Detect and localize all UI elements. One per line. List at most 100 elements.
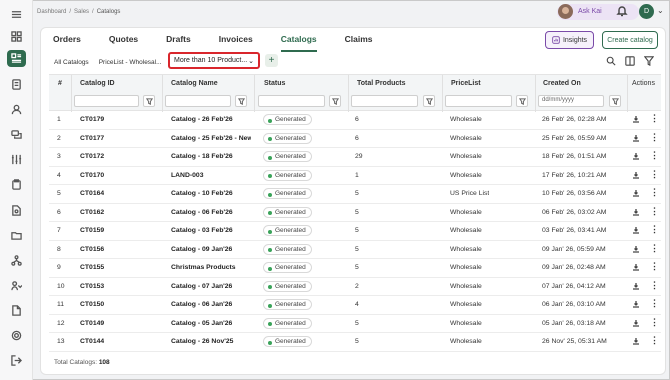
download-icon[interactable] [632, 282, 640, 292]
download-icon[interactable] [632, 319, 640, 329]
create-catalog-button[interactable]: Create catalog [602, 31, 658, 49]
status-filter-input[interactable] [258, 95, 325, 107]
sales-icon[interactable] [7, 50, 26, 67]
more-options-icon[interactable]: ⋮ [650, 132, 659, 141]
status-badge: Generated [263, 151, 312, 162]
table-row[interactable]: 10 CT0153 Catalog - 07 Jan'26 2 Wholesale 07 … [49, 278, 661, 296]
filter-icon[interactable] [609, 95, 621, 107]
more-options-icon[interactable]: ⋮ [650, 299, 659, 308]
clipboard-icon[interactable] [9, 177, 23, 191]
more-options-icon[interactable]: ⋮ [650, 206, 659, 215]
file-user-icon[interactable] [9, 203, 23, 217]
user-icon[interactable] [9, 102, 23, 116]
table-row[interactable]: 7 CT0159 Catalog - 03 Feb'26 5 Wholesale 03 F… [49, 222, 661, 241]
user-avatar[interactable]: D [639, 4, 654, 19]
download-icon[interactable] [632, 245, 640, 255]
tab-quotes[interactable]: Quotes [109, 34, 138, 52]
pricelist: Wholesale [450, 319, 482, 327]
tab-drafts[interactable]: Drafts [166, 34, 191, 52]
col-status[interactable]: Status [264, 80, 285, 87]
catalog-name-filter-input[interactable] [165, 95, 231, 107]
selected-filter-label: More than 10 Product... [174, 57, 248, 64]
total-catalogs-count: 108 [98, 359, 110, 366]
logout-icon[interactable] [9, 353, 23, 367]
breadcrumb-dashboard[interactable]: Dashboard [37, 9, 66, 15]
more-options-icon[interactable]: ⋮ [650, 280, 659, 289]
more-options-icon[interactable]: ⋮ [650, 169, 659, 178]
col-pricelist[interactable]: PriceList [451, 80, 481, 87]
column-divider [627, 75, 628, 112]
col-created-on[interactable]: Created On [543, 80, 581, 87]
search-icon[interactable] [606, 56, 616, 66]
insights-button[interactable]: Insights [545, 31, 594, 49]
filter-all-catalogs[interactable]: All Catalogs [49, 56, 94, 69]
download-icon[interactable] [632, 115, 640, 125]
more-options-icon[interactable]: ⋮ [650, 114, 659, 123]
team-icon[interactable] [9, 278, 23, 292]
folder-icon[interactable] [9, 228, 23, 242]
filter-icon[interactable] [423, 95, 435, 107]
download-icon[interactable] [632, 300, 640, 310]
download-icon[interactable] [632, 208, 640, 218]
col-catalog-name[interactable]: Catalog Name [171, 80, 218, 87]
filter-icon[interactable] [644, 56, 654, 66]
download-icon[interactable] [632, 337, 640, 347]
settings-icon[interactable] [9, 328, 23, 342]
table-row[interactable]: 13 CT0144 Catalog - 26 Nov'25 5 Wholesale 26 … [49, 333, 661, 352]
insights-label: Insights [562, 36, 588, 44]
tab-catalogs[interactable]: Catalogs [280, 34, 317, 52]
created-on-date-input[interactable]: dd/mm/yyyy [538, 95, 604, 107]
filter-icon[interactable] [143, 95, 155, 107]
breadcrumb-sales[interactable]: Sales [74, 9, 89, 15]
download-icon[interactable] [632, 263, 640, 273]
download-icon[interactable] [632, 226, 640, 236]
menu-icon[interactable] [9, 7, 23, 21]
tab-orders[interactable]: Orders [53, 34, 81, 52]
filter-icon[interactable] [516, 95, 528, 107]
catalog-id: CT0144 [80, 338, 105, 345]
download-icon[interactable] [632, 152, 640, 162]
pricelist-filter-input[interactable] [445, 95, 512, 107]
table-row[interactable]: 12 CT0149 Catalog - 05 Jan'26 5 Wholesale 05 … [49, 315, 661, 333]
table-row[interactable]: 2 CT0177 Catalog - 25 Feb'26 - New I 6 Whole… [49, 130, 661, 148]
file-icon[interactable] [9, 303, 23, 317]
table-row[interactable]: 5 CT0164 Catalog - 10 Feb'26 5 US Price List… [49, 185, 661, 204]
filter-more-than-10-products[interactable]: More than 10 Product... ⌄ [168, 52, 260, 69]
sliders-icon[interactable] [9, 152, 23, 166]
filter-icon[interactable] [329, 95, 341, 107]
more-options-icon[interactable]: ⋮ [650, 317, 659, 326]
download-icon[interactable] [632, 189, 640, 199]
filter-icon[interactable] [235, 95, 247, 107]
table-row[interactable]: 3 CT0172 Catalog - 18 Feb'26 29 Wholesale 18 … [49, 148, 661, 167]
table-row[interactable]: 8 CT0156 Catalog - 09 Jan'26 5 Wholesale 09 J… [49, 241, 661, 259]
add-filter-button[interactable]: + [265, 54, 278, 67]
table-row[interactable]: 11 CT0150 Catalog - 06 Jan'26 4 Wholesale 06 … [49, 296, 661, 315]
download-icon[interactable] [632, 171, 640, 181]
filter-pricelist-wholesale[interactable]: PriceList - Wholesal... [94, 56, 167, 69]
document-icon[interactable] [9, 77, 23, 91]
row-number: 3 [57, 153, 61, 160]
tab-claims[interactable]: Claims [345, 34, 373, 52]
col-catalog-id[interactable]: Catalog ID [80, 80, 115, 87]
total-products-filter-input[interactable] [351, 95, 418, 107]
more-options-icon[interactable]: ⋮ [650, 262, 659, 271]
tab-invoices[interactable]: Invoices [219, 34, 253, 52]
chat-icon[interactable] [9, 127, 23, 141]
more-options-icon[interactable]: ⋮ [650, 151, 659, 160]
table-row[interactable]: 1 CT0179 Catalog - 26 Feb'26 6 Wholesale 26 F… [49, 111, 661, 130]
chevron-down-icon[interactable]: ⌄ [657, 6, 664, 15]
table-row[interactable]: 6 CT0162 Catalog - 06 Feb'26 5 Wholesale 06 F… [49, 204, 661, 222]
download-icon[interactable] [632, 134, 640, 144]
dashboard-icon[interactable] [9, 29, 23, 43]
more-options-icon[interactable]: ⋮ [650, 225, 659, 234]
more-options-icon[interactable]: ⋮ [650, 336, 659, 345]
more-options-icon[interactable]: ⋮ [650, 188, 659, 197]
more-options-icon[interactable]: ⋮ [650, 243, 659, 252]
columns-icon[interactable] [625, 56, 635, 66]
network-icon[interactable] [9, 253, 23, 267]
col-total-products[interactable]: Total Products [357, 80, 405, 87]
bell-icon[interactable] [616, 5, 630, 19]
table-row[interactable]: 4 CT0170 LAND-003 1 Wholesale 17 Feb' 26, 10:… [49, 167, 661, 185]
table-row[interactable]: 9 CT0155 Christmas Products 5 Wholesale 09 Ja… [49, 259, 661, 278]
catalog-id-filter-input[interactable] [74, 95, 139, 107]
